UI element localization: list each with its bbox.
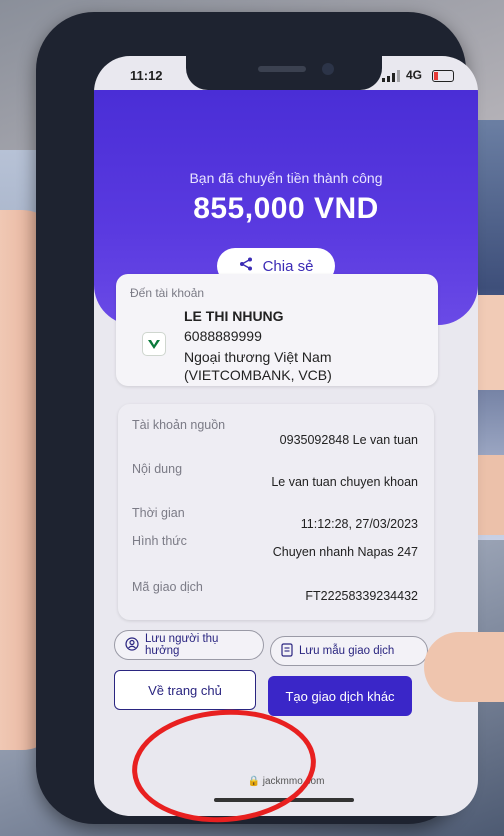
share-label: Chia sẻ xyxy=(262,257,314,275)
new-transaction-button[interactable]: Tạo giao dịch khác xyxy=(268,676,412,716)
status-time: 11:12 xyxy=(130,68,163,83)
recipient-bank: Ngoại thương Việt Nam (VIETCOMBANK, VCB) xyxy=(184,349,332,383)
recipient-section-title: Đến tài khoản xyxy=(130,286,205,300)
detail-value: Chuyen nhanh Napas 247 xyxy=(272,545,418,559)
save-beneficiary-button[interactable]: Lưu người thụ hưởng xyxy=(114,630,264,660)
phone-frame: Bạn đã chuyển tiền thành công 855,000 VN… xyxy=(36,12,478,824)
detail-label: Nội dung xyxy=(132,462,183,476)
share-icon xyxy=(239,257,253,275)
battery-icon xyxy=(432,70,454,82)
detail-label: Tài khoản nguồn xyxy=(132,418,226,432)
speaker xyxy=(258,66,306,72)
user-circle-icon xyxy=(125,636,139,654)
home-button[interactable]: Về trang chủ xyxy=(114,670,256,710)
transfer-amount: 855,000 VND xyxy=(193,192,379,225)
finger xyxy=(424,632,504,702)
detail-label: Mã giao dịch xyxy=(132,580,203,594)
app-screen: Bạn đã chuyển tiền thành công 855,000 VN… xyxy=(94,56,478,816)
detail-label: Thời gian xyxy=(132,506,185,520)
detail-value: Le van tuan chuyen khoan xyxy=(271,475,418,489)
front-camera xyxy=(322,63,334,75)
recipient-name: LE THI NHUNG xyxy=(184,308,284,324)
save-beneficiary-label: Lưu người thụ hưởng xyxy=(145,633,219,657)
transaction-details-card: Tài khoản nguồn 0935092848 Le van tuan N… xyxy=(118,404,434,620)
recipient-account: 6088889999 xyxy=(184,328,262,344)
detail-label: Hình thức xyxy=(132,534,187,548)
recipient-card: Đến tài khoản LE THI NHUNG 6088889999 Ng… xyxy=(116,274,438,386)
notch xyxy=(186,56,382,90)
success-message: Bạn đã chuyển tiền thành công xyxy=(189,170,383,186)
detail-value: FT22258339234432 xyxy=(305,589,418,603)
vietcombank-logo-icon xyxy=(142,332,166,356)
save-template-button[interactable]: Lưu mẫu giao dịch xyxy=(270,636,428,666)
network-type: 4G xyxy=(406,68,423,82)
signal-icon xyxy=(382,70,400,82)
document-icon xyxy=(281,642,293,660)
detail-value: 11:12:28, 27/03/2023 xyxy=(300,517,418,531)
detail-value: 0935092848 Le van tuan xyxy=(279,433,418,447)
save-template-label: Lưu mẫu giao dịch xyxy=(299,645,395,657)
